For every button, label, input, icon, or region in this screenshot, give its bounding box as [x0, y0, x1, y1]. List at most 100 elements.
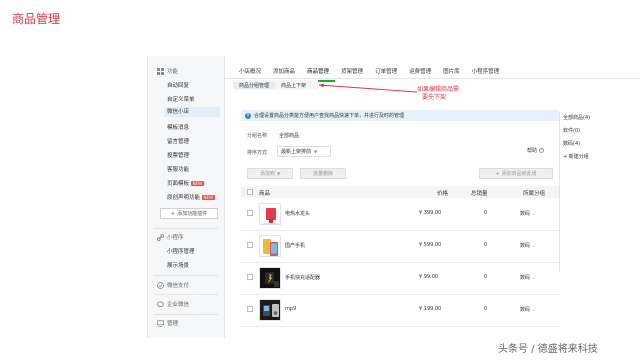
product-group[interactable]: 数码 ⌄ — [520, 306, 535, 313]
tab-miniapp-manage[interactable]: 小程序管理 — [466, 64, 506, 82]
sidebar-item-miniapp-manage[interactable]: 小程序管理 — [167, 247, 195, 255]
sidebar-group-miniapp[interactable]: 小程序 — [156, 233, 184, 241]
header-product: 商品 — [259, 191, 271, 197]
sidebar-group-function: 功能 — [157, 67, 178, 75]
product-name[interactable]: 国产手机 — [285, 242, 305, 249]
subtab-on-off-shelf[interactable]: 商品上下架 — [275, 82, 312, 89]
sidebar-group-pay[interactable]: 微信支付 — [157, 281, 189, 289]
sidebar-group-label: 微信支付 — [167, 283, 190, 289]
chat-icon — [157, 300, 164, 308]
category-value: 全部商品 — [279, 133, 300, 139]
plus-icon: + — [170, 210, 176, 217]
row-checkbox[interactable] — [247, 306, 253, 312]
sidebar-item-original-claim[interactable]: 原创声明功能 NEW — [167, 193, 215, 201]
category-label: 分组名称 — [247, 133, 268, 139]
header-sales: 总销量 — [471, 191, 488, 197]
group-item-all[interactable]: 全部商品(4) — [563, 114, 590, 121]
batch-delete-button[interactable]: 批量删除 — [300, 168, 346, 179]
annotation-arrow — [318, 83, 418, 93]
chevron-down-icon: ▼ — [314, 149, 318, 154]
sort-value: 最新上架排前 — [281, 149, 312, 155]
table-row[interactable]: 国产手机 ¥ 599.00 0 数码 ⌄ — [241, 231, 559, 263]
row-checkbox[interactable] — [247, 242, 253, 248]
product-name[interactable]: 手机快充适配器 — [285, 274, 320, 281]
tab-order-manage[interactable]: 订单管理 — [369, 64, 403, 82]
sidebar-item-auto-reply[interactable]: 自动回复 — [167, 81, 189, 89]
tab-shipping-manage[interactable]: 运费管理 — [403, 64, 437, 82]
group-panel: 全部商品(4) 软件(0) 数码(4) + 新建分组 — [559, 112, 640, 272]
product-price: ¥ 199.00 — [419, 306, 442, 312]
product-price: ¥ 99.00 — [419, 274, 439, 280]
new-group-button[interactable]: + 新建分组 — [563, 153, 589, 160]
product-sales: 0 — [484, 306, 488, 312]
sub-tabs: 商品分组管理 商品上下架 — [233, 80, 319, 90]
sidebar-divider — [154, 294, 218, 295]
sidebar-item-vote[interactable]: 投票管理 — [167, 151, 189, 159]
product-group-label: 数码 — [520, 211, 531, 217]
sidebar-item-label: 页面模板 — [167, 181, 190, 187]
add-plugin-label: 添加功能插件 — [177, 211, 208, 217]
product-group-label: 数码 — [520, 307, 531, 313]
chevron-down-icon: ⌄ — [531, 307, 535, 312]
monitor-icon — [157, 319, 164, 327]
sidebar-group-label: 功能 — [167, 69, 179, 75]
product-sales: 0 — [484, 274, 488, 280]
sidebar-item-wechat-store[interactable]: 微信小店 — [164, 107, 220, 117]
help-link[interactable]: 帮助 ? — [527, 147, 545, 154]
product-group-label: 数码 — [520, 275, 531, 281]
table-row[interactable]: 电热水龙头 ¥ 399.00 0 数码 ⌄ — [241, 199, 559, 231]
sidebar-group-label: 小程序 — [167, 235, 184, 241]
info-icon: i — [245, 112, 251, 119]
tab-shelf-manage[interactable]: 货架管理 — [335, 64, 369, 82]
admin-window: 功能 自动回复 自定义菜单 微信小店 模板消息 留言管理 投票管理 客服功能 页… — [147, 56, 640, 338]
watermark: 头条号 / 德盛将来科技 — [498, 344, 598, 355]
product-group-label: 数码 — [520, 243, 531, 249]
chevron-down-icon: ⌄ — [531, 211, 535, 216]
product-group[interactable]: 数码 ⌄ — [520, 210, 535, 217]
subtab-group-manage[interactable]: 商品分组管理 — [233, 81, 276, 89]
sidebar-item-custom-menu[interactable]: 自定义菜单 — [167, 95, 195, 103]
table-header: 商品 价格 总销量 所属分组 — [241, 186, 559, 198]
table-row[interactable]: mp9 ¥ 199.00 0 数码 ⌄ — [241, 295, 559, 327]
product-thumbnail — [259, 235, 281, 257]
product-name[interactable]: mp9 — [285, 306, 296, 312]
product-price: ¥ 399.00 — [419, 210, 442, 216]
product-thumbnail — [259, 203, 281, 225]
add-to-button[interactable]: 添加到 ▼ — [247, 168, 293, 179]
sidebar-group-label: 管理 — [167, 321, 179, 327]
product-name[interactable]: 电热水龙头 — [285, 210, 310, 217]
annotation-line-1: 如果编辑商品需 — [417, 86, 460, 93]
product-thumbnail — [259, 267, 281, 289]
row-checkbox[interactable] — [247, 274, 253, 280]
add-product-to-group-button[interactable]: + 添加商品到此组 — [479, 168, 553, 179]
header-price: 价格 — [437, 191, 449, 197]
header-group: 所属分组 — [523, 191, 546, 197]
sidebar-item-page-template[interactable]: 页面模板 NEW — [167, 179, 204, 187]
product-thumbnail — [259, 299, 281, 321]
annotation-note: 如果编辑商品需 要先下架 — [417, 86, 459, 101]
sidebar-item-customer-service[interactable]: 客服功能 — [167, 165, 189, 173]
chevron-down-icon: ⌄ — [531, 243, 535, 248]
product-sales: 0 — [484, 210, 488, 216]
question-icon: ? — [539, 148, 545, 153]
add-product-to-group-label: 添加商品到此组 — [501, 171, 537, 177]
product-group[interactable]: 数码 ⌄ — [520, 274, 535, 281]
sidebar-item-label: 原创声明功能 — [167, 195, 201, 201]
sidebar-item-display-scene[interactable]: 展示场景 — [167, 261, 189, 269]
product-group[interactable]: 数码 ⌄ — [520, 242, 535, 249]
tab-image-library[interactable]: 图片库 — [437, 64, 466, 82]
add-plugin-button[interactable]: + 添加功能插件 — [160, 208, 218, 219]
sort-select[interactable]: 最新上架排前 ▼ — [277, 146, 331, 157]
table-row[interactable]: 手机快充适配器 ¥ 99.00 0 数码 ⌄ — [241, 263, 559, 295]
page-heading: 商品管理 — [12, 12, 61, 26]
row-checkbox[interactable] — [247, 210, 253, 216]
select-all-checkbox[interactable] — [247, 189, 253, 195]
product-sales: 0 — [484, 242, 488, 248]
group-item-digital[interactable]: 数码(4) — [563, 140, 580, 147]
sidebar-group-enterprise[interactable]: 企业微信 — [157, 300, 189, 308]
sidebar-item-template-msg[interactable]: 模板消息 — [167, 123, 189, 131]
group-item-software[interactable]: 软件(0) — [563, 127, 580, 134]
sidebar-item-comments[interactable]: 留言管理 — [167, 137, 189, 145]
sidebar-group-manage[interactable]: 管理 — [157, 319, 178, 327]
sort-label: 排序方式 — [247, 150, 268, 156]
